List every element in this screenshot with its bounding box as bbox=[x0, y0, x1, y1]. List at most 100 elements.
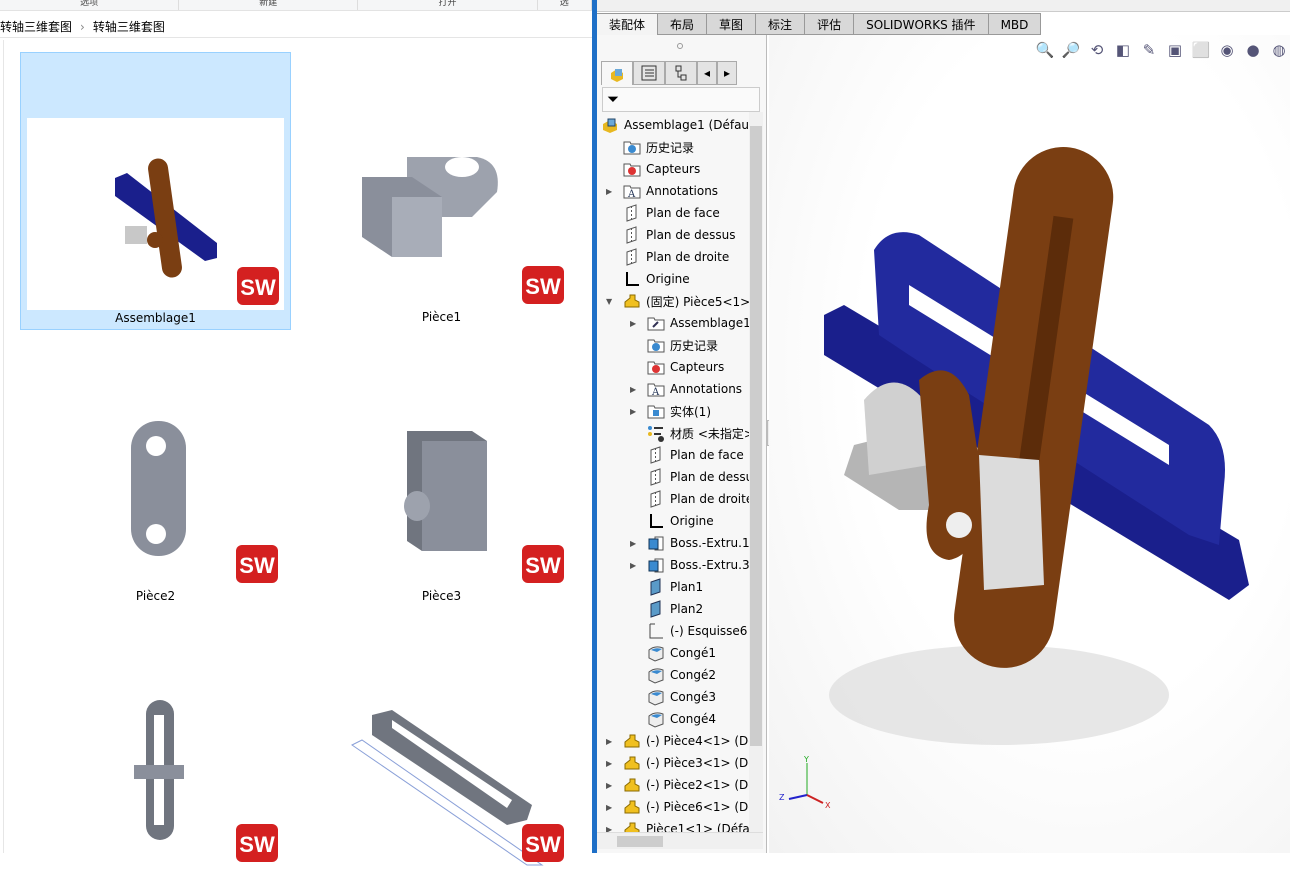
expand-arrow-icon[interactable]: ▶ bbox=[606, 737, 614, 746]
breadcrumb-item[interactable]: 转轴三维套图 bbox=[0, 16, 72, 37]
file-item-piece2[interactable]: Pièce2 SW bbox=[20, 331, 291, 609]
expand-arrow-icon[interactable]: ▶ bbox=[606, 825, 614, 833]
tab-6[interactable]: MBD bbox=[988, 13, 1042, 35]
tree-item[interactable]: Plan de droite bbox=[647, 488, 749, 510]
tree-item[interactable]: (-) Esquisse6 bbox=[647, 620, 747, 642]
tree-item[interactable]: ▶ A Annotations bbox=[606, 180, 718, 202]
tab-2[interactable]: 草图 bbox=[707, 13, 757, 35]
tree-item[interactable]: 材质 <未指定> bbox=[647, 422, 749, 444]
tree-horizontal-scrollbar[interactable] bbox=[597, 832, 763, 849]
plane-icon bbox=[623, 226, 641, 244]
expand-arrow-icon[interactable]: ▶ bbox=[630, 385, 638, 394]
attach-folder-icon bbox=[647, 314, 665, 332]
breadcrumb-item[interactable]: 转轴三维套图 bbox=[93, 16, 165, 37]
tab-3[interactable]: 标注 bbox=[756, 13, 806, 35]
tree-item[interactable]: Plan1 bbox=[647, 576, 703, 598]
file-explorer: 选项 新建 打开 选 转轴三维套图 › 转轴三维套图 Assemblage1 S… bbox=[0, 0, 593, 867]
z-axis-label: Z bbox=[779, 793, 785, 802]
tree-item[interactable]: Congé1 bbox=[647, 642, 716, 664]
ribbon-open[interactable]: 打开 bbox=[358, 0, 538, 10]
tree-item[interactable]: Plan de dessus bbox=[623, 224, 736, 246]
file-item-piece3[interactable]: Pièce3 SW bbox=[306, 331, 577, 609]
tree-item[interactable]: ▶ Boss.-Extru.3 bbox=[630, 554, 749, 576]
graphics-viewport[interactable]: 🔍 🔎 ⟲ ◧ ✎ ▣ ⬜ ◉ ● ◍ Y Z X bbox=[769, 35, 1290, 853]
ribbon-new[interactable]: 新建 bbox=[179, 0, 359, 10]
panel-grip-icon[interactable] bbox=[677, 43, 683, 49]
tree-item-label: (-) Pièce3<1> (Dé bbox=[646, 756, 749, 770]
tree-item[interactable]: ▶ (-) Pièce4<1> (Dé bbox=[606, 730, 749, 752]
tree-item[interactable]: Plan de face bbox=[623, 202, 720, 224]
ribbon-options[interactable]: 选项 bbox=[0, 0, 180, 10]
tree-item[interactable]: Plan de droite bbox=[623, 246, 729, 268]
tree-item-label: Congé2 bbox=[670, 668, 716, 682]
origin-icon bbox=[647, 512, 665, 530]
assembly-icon bbox=[601, 116, 619, 134]
tree-item[interactable]: ▶ Pièce1<1> (Défau bbox=[606, 818, 749, 832]
feature-tree: Assemblage1 (Défau 历史记录 Capteurs ▶ A Annotati… bbox=[597, 112, 749, 832]
tree-item-label: Pièce1<1> (Défau bbox=[646, 822, 749, 832]
tree-item-label: Plan de dessus bbox=[670, 470, 749, 484]
expand-arrow-icon[interactable]: ▶ bbox=[630, 407, 638, 416]
tree-item[interactable]: ▶ Boss.-Extru.1 bbox=[630, 532, 749, 554]
tree-item[interactable]: ▶ 实体(1) bbox=[630, 400, 711, 422]
history-folder-icon bbox=[623, 138, 641, 156]
tree-item[interactable]: Capteurs bbox=[623, 158, 700, 180]
file-item-piece1[interactable]: Pièce1 SW bbox=[306, 52, 577, 330]
tree-item[interactable]: ▶ (-) Pièce6<1> (Dé bbox=[606, 796, 749, 818]
coordinate-triad: Y Z X bbox=[777, 755, 837, 815]
tree-item[interactable]: Congé3 bbox=[647, 686, 716, 708]
tree-item-label: 实体(1) bbox=[670, 404, 711, 419]
expand-arrow-icon[interactable]: ▶ bbox=[606, 781, 614, 790]
tab-1[interactable]: 布局 bbox=[658, 13, 708, 35]
tab-0[interactable]: 装配体 bbox=[597, 13, 659, 35]
tree-vertical-scrollbar[interactable] bbox=[749, 112, 763, 832]
expand-arrow-icon[interactable]: ▶ bbox=[606, 759, 614, 768]
tree-item[interactable]: 历史记录 bbox=[647, 334, 718, 356]
file-item-assemblage1[interactable]: Assemblage1 SW bbox=[20, 52, 291, 330]
tree-item-label: Congé1 bbox=[670, 646, 716, 660]
tab-5[interactable]: SOLIDWORKS 插件 bbox=[854, 13, 989, 35]
breadcrumb: 转轴三维套图 › 转轴三维套图 bbox=[0, 16, 592, 38]
plane-icon bbox=[647, 468, 665, 486]
tree-item[interactable]: Capteurs bbox=[647, 356, 724, 378]
collapse-arrow-icon[interactable]: ▼ bbox=[606, 297, 614, 306]
file-item[interactable]: SW bbox=[20, 610, 291, 888]
solidworks-file-icon: SW bbox=[234, 822, 280, 864]
configuration-manager-tab-icon[interactable] bbox=[665, 61, 697, 85]
tree-item[interactable]: Plan de dessus bbox=[647, 466, 749, 488]
tree-filter[interactable]: ⏷ bbox=[602, 87, 760, 112]
plane-icon bbox=[647, 446, 665, 464]
tree-item[interactable]: Plan2 bbox=[647, 598, 703, 620]
expand-arrow-icon[interactable]: ▶ bbox=[606, 187, 614, 196]
tree-item[interactable]: ▶ (-) Pièce2<1> (Dé bbox=[606, 774, 749, 796]
scroll-left-icon[interactable]: ◂ bbox=[697, 61, 717, 85]
tree-item[interactable]: 历史记录 bbox=[623, 136, 694, 158]
ribbon-select[interactable]: 选 bbox=[538, 0, 593, 10]
tree-item-label: Origine bbox=[670, 514, 714, 528]
expand-arrow-icon[interactable]: ▶ bbox=[630, 561, 638, 570]
tree-item[interactable]: Plan de face bbox=[647, 444, 744, 466]
ref-plane-icon bbox=[647, 600, 665, 618]
tab-4[interactable]: 评估 bbox=[805, 13, 855, 35]
tree-item-label: Annotations bbox=[670, 382, 743, 396]
tree-item[interactable]: Assemblage1 (Défau bbox=[601, 114, 749, 136]
feature-manager-tab-icon[interactable] bbox=[601, 61, 633, 85]
scroll-right-icon[interactable]: ▸ bbox=[717, 61, 737, 85]
expand-arrow-icon[interactable]: ▶ bbox=[606, 803, 614, 812]
property-manager-tab-icon[interactable] bbox=[633, 61, 665, 85]
tree-item[interactable]: ▶ (-) Pièce3<1> (Dé bbox=[606, 752, 749, 774]
expand-arrow-icon[interactable]: ▶ bbox=[630, 539, 638, 548]
filter-icon[interactable]: ⏷ bbox=[607, 90, 619, 108]
expand-arrow-icon[interactable]: ▶ bbox=[630, 319, 638, 328]
tree-item[interactable]: ▼ (固定) Pièce5<1> bbox=[606, 290, 749, 312]
tree-item[interactable]: Congé4 bbox=[647, 708, 716, 730]
tree-item-label: Assemblage1 (Défau bbox=[624, 118, 749, 132]
tree-item[interactable]: Congé2 bbox=[647, 664, 716, 686]
tree-item[interactable]: Origine bbox=[623, 268, 690, 290]
tree-item[interactable]: Origine bbox=[647, 510, 714, 532]
tree-item[interactable]: ▶ Assemblage1 bbox=[630, 312, 749, 334]
tree-item[interactable]: ▶ A Annotations bbox=[630, 378, 743, 400]
part-icon bbox=[623, 798, 641, 816]
file-item[interactable]: SW bbox=[306, 610, 577, 888]
tree-item-label: (-) Pièce2<1> (Dé bbox=[646, 778, 749, 792]
